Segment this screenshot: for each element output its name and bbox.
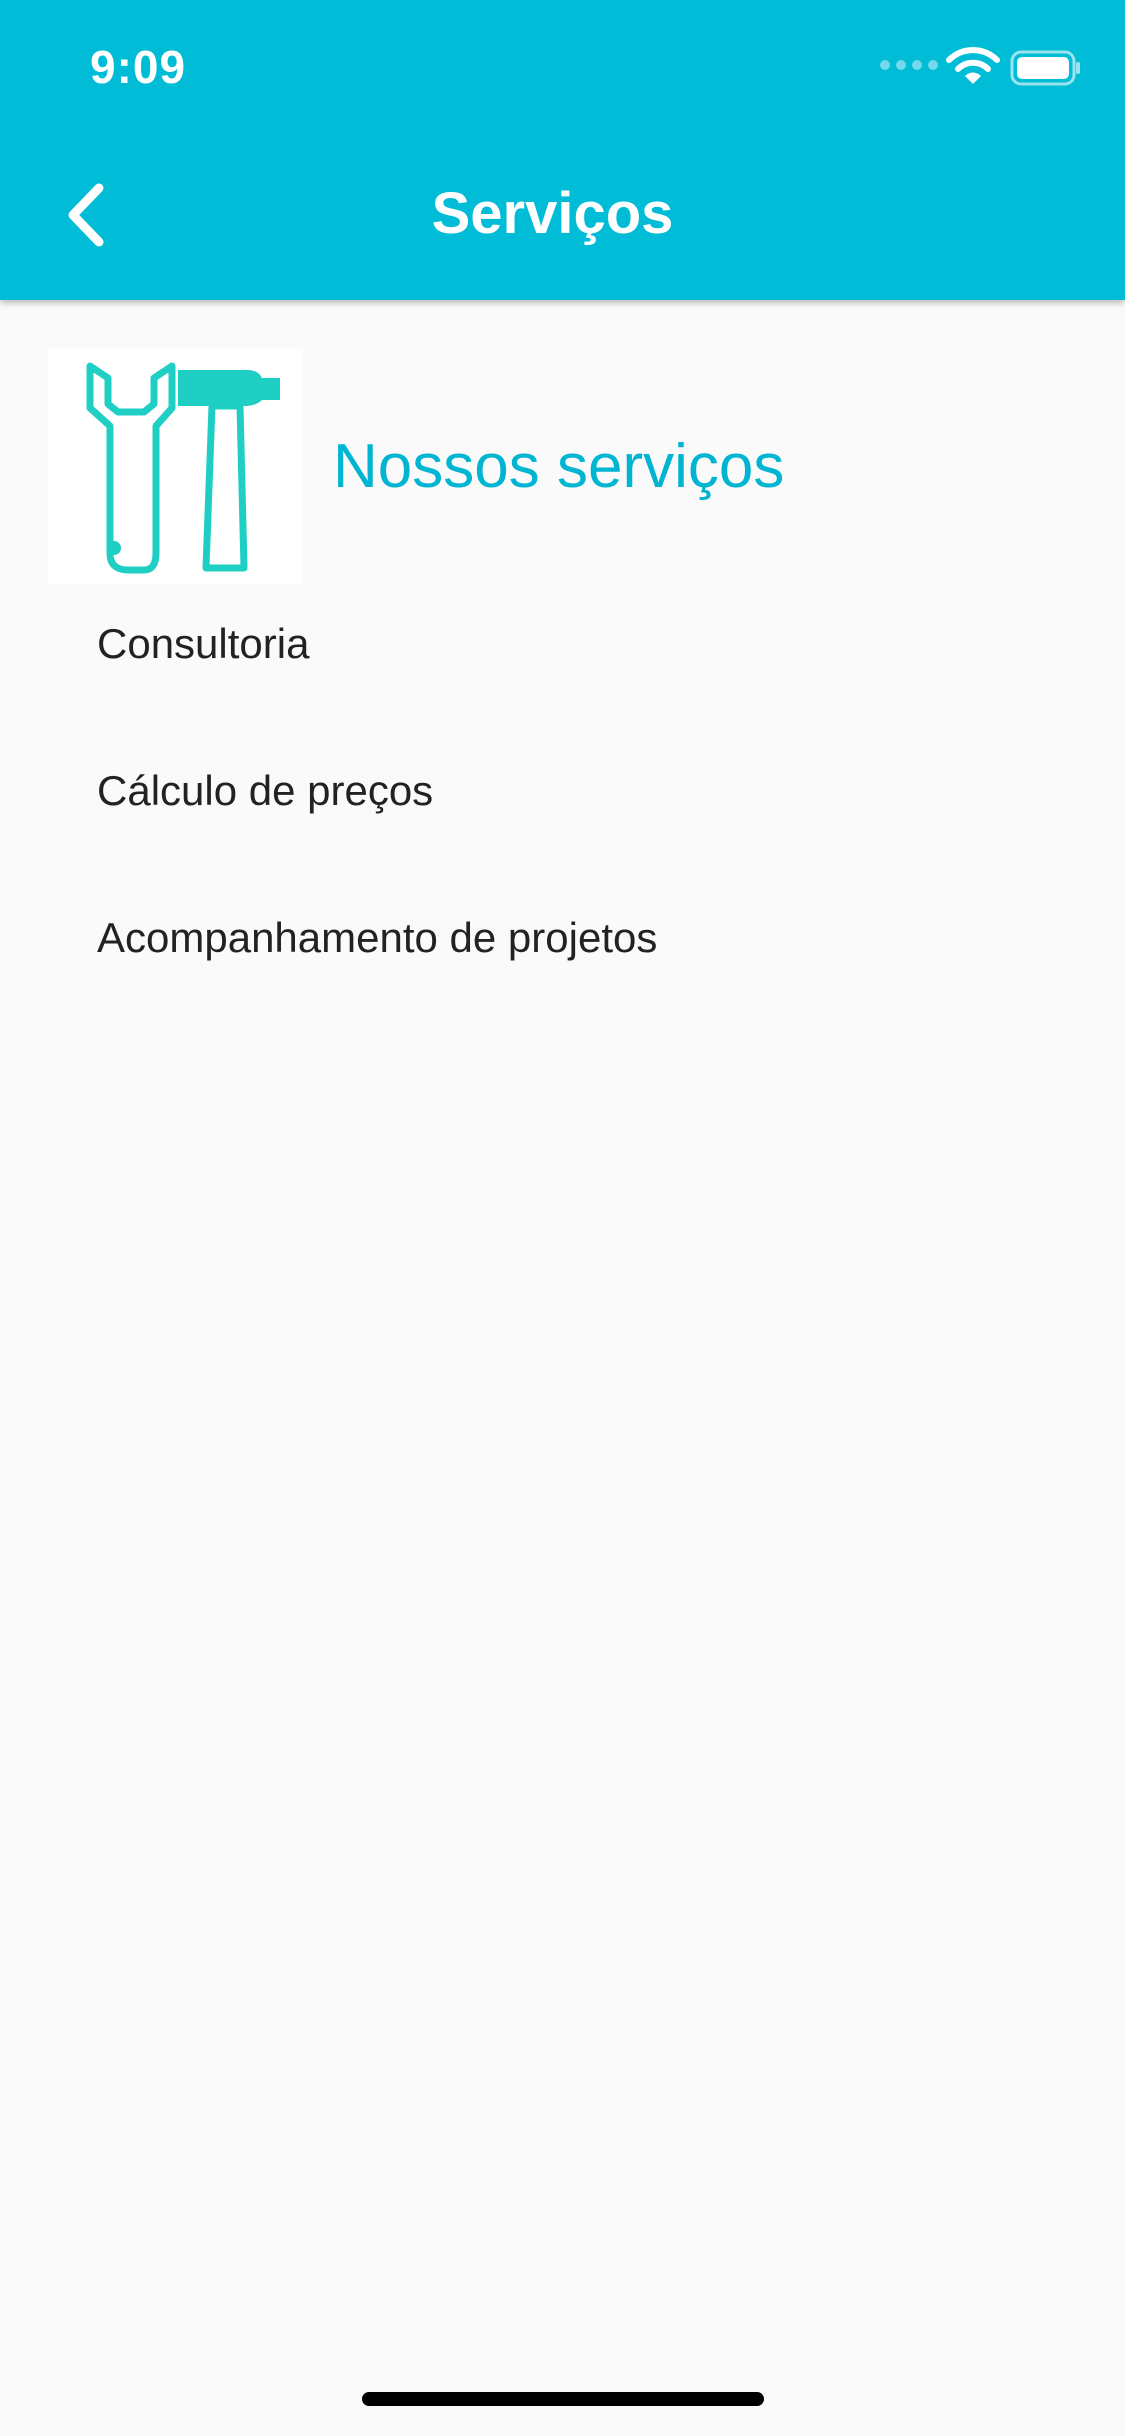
hammer-icon — [178, 370, 280, 572]
signal-icon — [880, 60, 938, 70]
services-header: Nossos serviços — [48, 348, 784, 584]
section-title: Nossos serviços — [333, 431, 785, 501]
list-item-acompanhamento[interactable]: Acompanhamento de projetos — [0, 864, 1125, 1011]
app-bar: 9:09 Serviços — [0, 0, 1125, 300]
home-indicator — [362, 2392, 764, 2406]
battery-icon — [1010, 50, 1080, 86]
list-item-calculo-precos[interactable]: Cálculo de preços — [0, 717, 1125, 864]
page-title: Serviços — [431, 181, 674, 246]
service-list: Consultoria Cálculo de preços Acompanham… — [0, 620, 1125, 1011]
status-time: 9:09 — [90, 41, 187, 93]
wifi-icon — [946, 47, 1000, 84]
list-item-consultoria[interactable]: Consultoria — [0, 570, 1125, 717]
tools-image — [48, 348, 303, 584]
